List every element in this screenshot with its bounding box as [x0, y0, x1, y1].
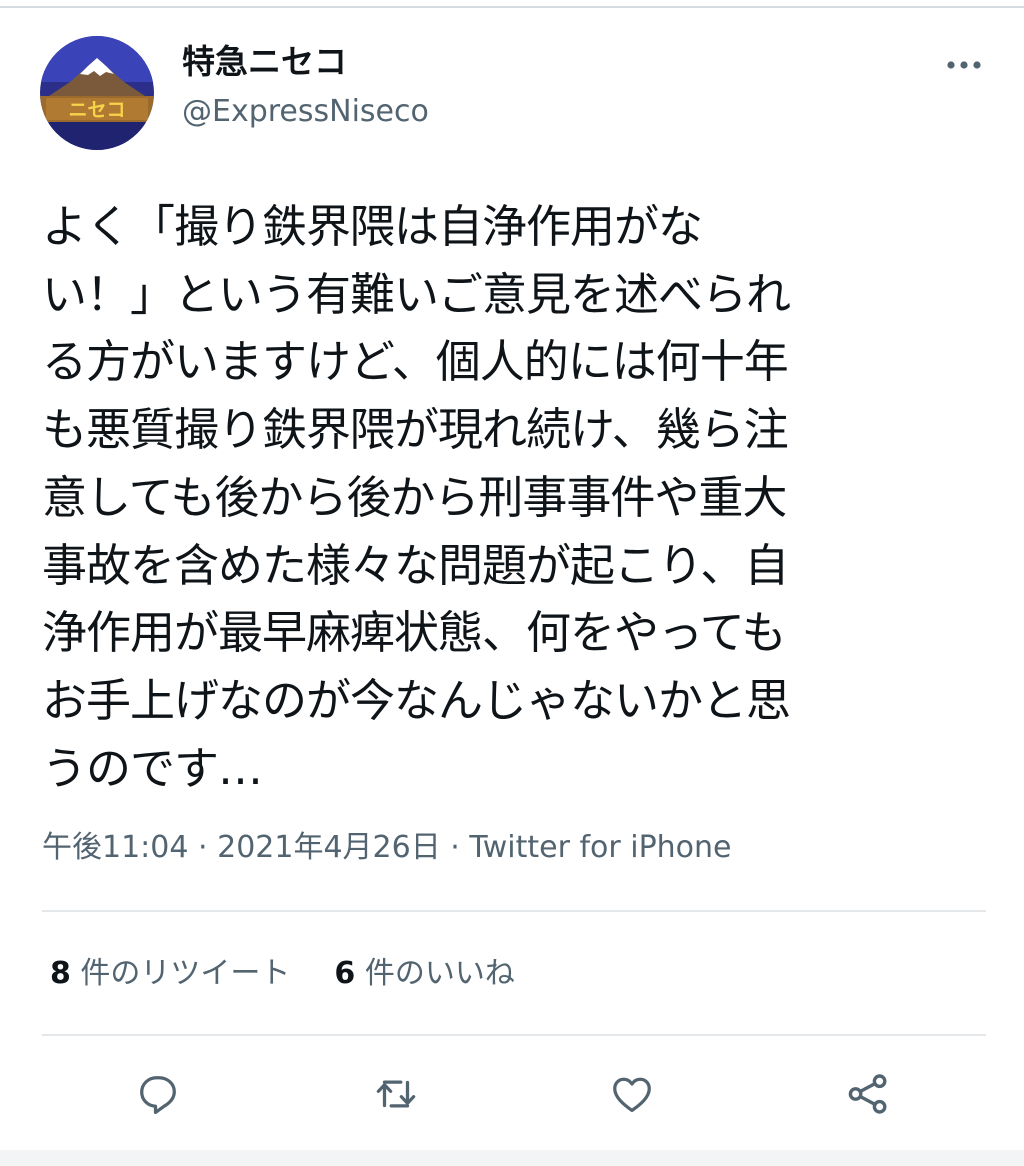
retweets-count: 8 [50, 956, 71, 991]
meta-separator: · [198, 830, 208, 865]
tweet-source[interactable]: Twitter for iPhone [469, 830, 731, 865]
tweet-metadata: 午後11:04 · 2021年4月26日 · Twitter for iPhon… [42, 826, 732, 870]
tweet-text: よく「撮り鉄界隈は自浄作用がな い！」という有難いご意見を述べられ る方がいます… [42, 193, 992, 802]
display-name[interactable]: 特急ニセコ [182, 40, 347, 84]
tweet-text-line: 意しても後から後から刑事事件や重大 [42, 470, 787, 524]
retweets-stat[interactable]: 8 件のリツイート [50, 956, 290, 991]
like-icon[interactable] [604, 1066, 660, 1122]
tweet-date[interactable]: 2021年4月26日 [217, 830, 441, 865]
likes-label: 件のいいね [364, 956, 515, 991]
bottom-divider [0, 1150, 1024, 1166]
tweet-text-line: い！」という有難いご意見を述べられ [42, 267, 791, 321]
avatar-image: ニセコ [40, 36, 154, 150]
tweet-text-line: る方がいますけど、個人的には何十年 [42, 335, 789, 389]
top-divider [0, 6, 1024, 8]
likes-stat[interactable]: 6 件のいいね [334, 956, 514, 991]
reply-icon[interactable] [130, 1066, 186, 1122]
retweets-label: 件のリツイート [80, 956, 291, 991]
meta-separator: · [450, 830, 460, 865]
more-options-icon[interactable] [940, 48, 988, 82]
avatar[interactable]: ニセコ [40, 36, 154, 150]
avatar-text: ニセコ [68, 99, 125, 121]
tweet-text-line: うのです… [42, 741, 263, 795]
likes-count: 6 [334, 956, 356, 991]
tweet-text-line: 浄作用が最早麻痺状態、何をやっても [42, 606, 787, 660]
tweet-text-line: 事故を含めた様々な問題が起こり、自 [42, 538, 789, 592]
tweet-text-line: よく「撮り鉄界隈は自浄作用がな [42, 200, 703, 253]
retweet-icon[interactable] [368, 1066, 424, 1122]
divider [42, 910, 986, 912]
engagement-stats: 8 件のリツイート 6 件のいいね [50, 952, 515, 996]
divider [42, 1034, 986, 1036]
user-handle[interactable]: @ExpressNiseco [182, 92, 429, 132]
tweet-time[interactable]: 午後11:04 [42, 830, 188, 865]
share-icon[interactable] [840, 1066, 896, 1122]
tweet-text-line: お手上げなのが今なんじゃないかと思 [42, 673, 791, 727]
tweet-text-line: も悪質撮り鉄界隈が現れ続け、幾ら注 [42, 403, 789, 457]
